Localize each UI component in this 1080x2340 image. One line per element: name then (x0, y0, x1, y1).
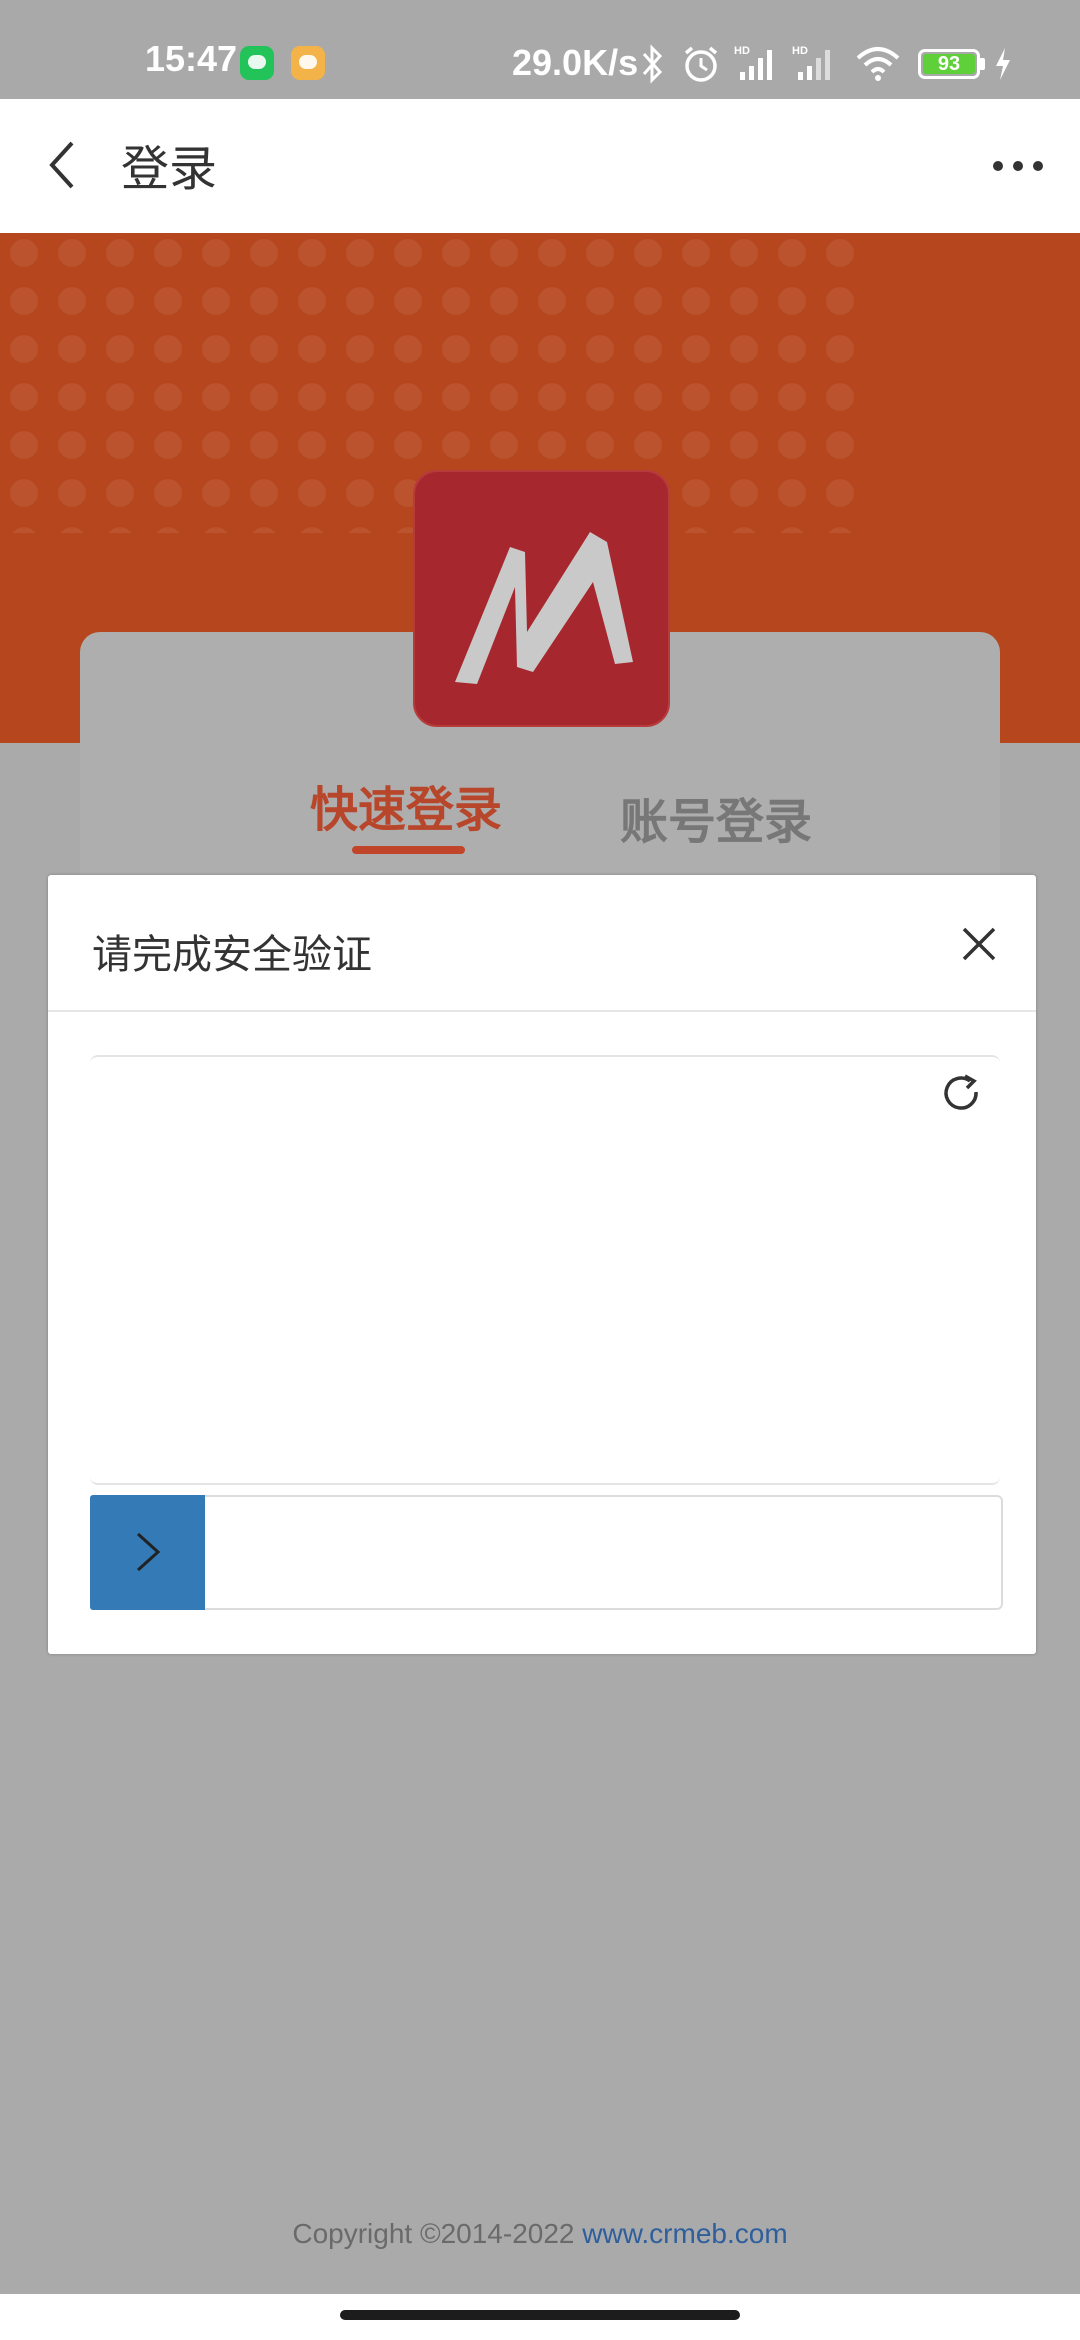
slider-handle[interactable] (90, 1495, 205, 1610)
status-bar: 15:47 29.0K/s HD HD 93 (0, 0, 1080, 99)
tab-active-indicator (352, 846, 465, 854)
nav-bar: 登录 (0, 99, 1080, 233)
battery-level: 93 (923, 54, 975, 74)
modal-header: 请完成安全验证 (48, 875, 1036, 1012)
battery-tip (980, 58, 985, 70)
bluetooth-icon (642, 44, 663, 84)
copyright: Copyright ©2014-2022 www.crmeb.com (0, 2218, 1080, 2250)
wifi-icon (856, 47, 900, 81)
battery-icon: 93 (918, 49, 980, 79)
status-time: 15:47 (145, 38, 238, 79)
m-logo-glyph (455, 532, 633, 684)
refresh-icon (944, 1074, 978, 1110)
net-speed: 29.0K/s (512, 42, 639, 83)
signal-hd-icon: HD (792, 45, 830, 80)
page-title: 登录 (121, 141, 218, 197)
captcha-image-area[interactable] (90, 1055, 1000, 1485)
wechat-icon (240, 46, 274, 80)
copyright-text: Copyright ©2014-2022 (292, 2218, 575, 2249)
tab-account-login[interactable]: 账号登录 (620, 782, 812, 852)
back-button[interactable] (40, 135, 100, 195)
svg-text:HD: HD (792, 45, 808, 57)
home-indicator[interactable] (340, 2310, 740, 2320)
tab-quick-login[interactable]: 快速登录 (310, 770, 502, 840)
refresh-button[interactable] (938, 1070, 986, 1118)
close-button[interactable] (954, 919, 1004, 969)
back-arrow-icon (49, 141, 74, 189)
chevron-right-icon (136, 1532, 161, 1572)
more-button[interactable] (990, 151, 1046, 181)
message-icon (291, 46, 325, 80)
login-tabs: 快速登录 账号登录 (0, 770, 1080, 860)
charging-icon (996, 48, 1010, 80)
more-icon (993, 161, 1043, 171)
alarm-icon (684, 46, 718, 82)
svg-text:HD: HD (734, 45, 750, 57)
signal-hd-icon: HD (734, 45, 772, 80)
slider-track[interactable] (90, 1495, 1003, 1610)
m-logo (413, 470, 670, 727)
verify-modal: 请完成安全验证 (48, 875, 1036, 1654)
close-icon (962, 927, 996, 961)
modal-title: 请完成安全验证 (92, 932, 372, 978)
website-link[interactable]: www.crmeb.com (582, 2218, 787, 2249)
